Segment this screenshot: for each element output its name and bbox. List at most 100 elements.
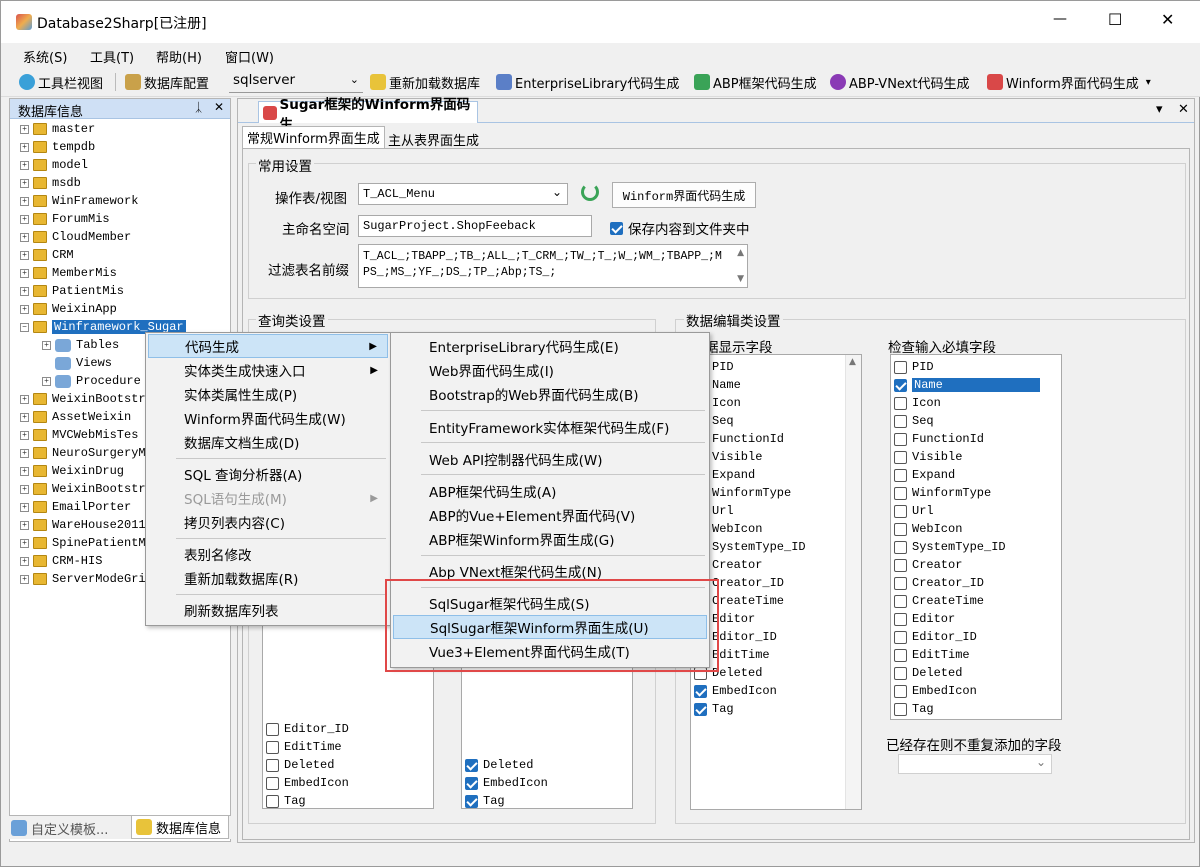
checkbox-icon[interactable] xyxy=(894,486,907,500)
winform-gen-button[interactable]: Winform界面代码生成 ▾ xyxy=(987,72,1151,92)
no-dup-select[interactable]: ⌄ xyxy=(898,754,1052,774)
maximize-button[interactable]: ☐ xyxy=(1108,10,1122,29)
menu-help[interactable]: 帮助(H) xyxy=(156,47,202,66)
checkbox-icon[interactable] xyxy=(894,666,907,680)
minimize-button[interactable]: — xyxy=(1053,11,1067,27)
menu-window[interactable]: 窗口(W) xyxy=(225,47,274,66)
menu-item-winform-gen[interactable]: Winform界面代码生成(W) xyxy=(148,406,388,430)
scrollbar[interactable]: ▲ xyxy=(845,355,861,809)
tree-item[interactable]: + model xyxy=(20,156,88,174)
field-list-item[interactable]: WebIcon xyxy=(894,520,962,538)
tree-item[interactable]: + WinFramework xyxy=(20,192,138,210)
submenu-item-bootstrap[interactable]: Bootstrap的Web界面代码生成(B) xyxy=(393,382,707,406)
field-list-item[interactable]: Deleted xyxy=(266,756,334,774)
field-list-item[interactable]: SystemType_ID xyxy=(894,538,1006,556)
field-list-item[interactable]: Tag xyxy=(465,792,505,810)
db-type-select[interactable]: sqlserver ⌄ xyxy=(229,71,363,93)
entlib-gen-button[interactable]: EnterpriseLibrary代码生成 xyxy=(496,72,679,92)
tree-item[interactable]: + NeuroSurgeryM xyxy=(20,444,146,462)
menu-item-alias[interactable]: 表别名修改 xyxy=(148,542,388,566)
checkbox-icon[interactable] xyxy=(894,450,907,464)
submenu-item-webapi[interactable]: Web API控制器代码生成(W) xyxy=(393,447,707,471)
field-list-item[interactable]: EditTime xyxy=(266,738,342,756)
field-list-item[interactable]: Expand xyxy=(894,466,955,484)
checkbox-icon[interactable] xyxy=(894,558,907,572)
field-list-item[interactable]: Deleted xyxy=(465,756,533,774)
sub-tab-general[interactable]: 常规Winform界面生成 xyxy=(242,126,385,148)
checkbox-checked-icon[interactable] xyxy=(894,378,907,392)
table-select[interactable]: T_ACL_Menu ⌄ xyxy=(358,183,568,205)
checkbox-icon[interactable] xyxy=(894,684,907,698)
field-list-item[interactable]: Url xyxy=(894,502,934,520)
tree-item[interactable]: + WeixinBootstr xyxy=(20,390,146,408)
checkbox-checked-icon[interactable] xyxy=(465,758,478,772)
tree-item[interactable]: + MemberMis xyxy=(20,264,117,282)
checkbox-icon[interactable] xyxy=(266,794,279,808)
sub-tab-master-detail[interactable]: 主从表界面生成 xyxy=(386,129,481,149)
field-list-item[interactable]: Tag xyxy=(266,792,306,810)
checkbox-icon[interactable] xyxy=(894,414,907,428)
tree-item[interactable]: + PatientMis xyxy=(20,282,124,300)
menu-item-db-doc[interactable]: 数据库文档生成(D) xyxy=(148,430,388,454)
field-list-item[interactable]: Tag xyxy=(894,700,934,718)
field-list-item[interactable]: CreateTime xyxy=(894,592,984,610)
tree-item[interactable]: + CRM-HIS xyxy=(20,552,102,570)
db-config-button[interactable]: 数据库配置 xyxy=(125,72,209,92)
filter-textarea[interactable]: T_ACL_;TBAPP_;TB_;ALL_;T_CRM_;TW_;T_;W_;… xyxy=(358,244,748,288)
field-list-item[interactable]: Icon xyxy=(894,394,941,412)
submenu-item-ef[interactable]: EntityFramework实体框架代码生成(F) xyxy=(393,415,707,439)
panel-close-icon[interactable]: ✕ xyxy=(214,100,224,114)
field-list-item[interactable]: Seq xyxy=(894,412,934,430)
checkbox-icon[interactable] xyxy=(894,504,907,518)
overflow-chevron-icon[interactable]: ▾ xyxy=(1146,77,1151,88)
checkbox-icon[interactable] xyxy=(894,576,907,590)
tab-custom-templates[interactable]: 自定义模板... xyxy=(11,818,108,838)
field-list-item[interactable]: PID xyxy=(894,358,934,376)
menu-item-code-gen[interactable]: 代码生成 ▶ xyxy=(148,334,388,358)
field-list-item[interactable]: EmbedIcon xyxy=(694,682,777,700)
checkbox-checked-icon[interactable] xyxy=(465,794,478,808)
tree-item[interactable]: + ServerModeGri xyxy=(20,570,146,588)
tree-item[interactable]: + WeixinApp xyxy=(20,300,117,318)
tab-db-info[interactable]: 数据库信息 xyxy=(131,816,229,839)
checkbox-icon[interactable] xyxy=(894,594,907,608)
menu-item-entity-quick[interactable]: 实体类生成快速入口 ▶ xyxy=(148,358,388,382)
field-list-item[interactable]: Deleted xyxy=(894,664,962,682)
checkbox-checked-icon[interactable] xyxy=(694,684,707,698)
field-list-item[interactable]: FunctionId xyxy=(894,430,984,448)
scroll-down-icon[interactable]: ▼ xyxy=(737,274,744,284)
checkbox-icon[interactable] xyxy=(266,722,279,736)
close-button[interactable]: ✕ xyxy=(1161,10,1174,29)
namespace-input[interactable]: SugarProject.ShopFeeback xyxy=(358,215,592,237)
checkbox-icon[interactable] xyxy=(894,540,907,554)
menu-item-sql-analyzer[interactable]: SQL 查询分析器(A) xyxy=(148,462,388,486)
tree-item[interactable]: + ForumMis xyxy=(20,210,110,228)
field-list-item[interactable]: EmbedIcon xyxy=(465,774,548,792)
tree-item[interactable]: + AssetWeixin xyxy=(20,408,131,426)
field-list-item[interactable]: Creator xyxy=(894,556,962,574)
submenu-item-web-ui[interactable]: Web界面代码生成(I) xyxy=(393,358,707,382)
field-list-item[interactable]: Editor xyxy=(894,610,955,628)
field-list-item[interactable]: EditTime xyxy=(894,646,970,664)
menu-tools[interactable]: 工具(T) xyxy=(90,47,134,66)
tree-item-tables[interactable]: + Tables xyxy=(42,336,119,354)
save-to-folder-checkbox[interactable]: 保存内容到文件夹中 xyxy=(610,218,750,238)
tab-dropdown-icon[interactable]: ▾ xyxy=(1156,102,1163,117)
tree-item[interactable]: + WeixinBootstr xyxy=(20,480,146,498)
checkbox-icon[interactable] xyxy=(894,630,907,644)
doc-tab-sugar-winform[interactable]: Sugar框架的Winform界面码生 xyxy=(258,97,478,133)
tab-close-icon[interactable]: ✕ xyxy=(1178,102,1189,117)
field-list-item[interactable]: Creator_ID xyxy=(894,574,984,592)
checkbox-icon[interactable] xyxy=(894,396,907,410)
tree-item[interactable]: + SpinePatientM xyxy=(20,534,146,552)
tree-item[interactable]: + msdb xyxy=(20,174,81,192)
pin-icon[interactable]: ᛣ xyxy=(195,100,202,114)
toolbar-view-button[interactable]: 工具栏视图 xyxy=(19,72,103,92)
tree-item[interactable]: + WeixinDrug xyxy=(20,462,124,480)
tree-item[interactable]: + WareHouse2011 xyxy=(20,516,146,534)
field-list-item[interactable]: Visible xyxy=(894,448,962,466)
checkbox-checked-icon[interactable] xyxy=(694,702,707,716)
field-list-item[interactable]: Name xyxy=(894,376,1040,394)
tree-item[interactable]: + MVCWebMisTes xyxy=(20,426,138,444)
menu-system[interactable]: 系统(S) xyxy=(23,47,67,66)
